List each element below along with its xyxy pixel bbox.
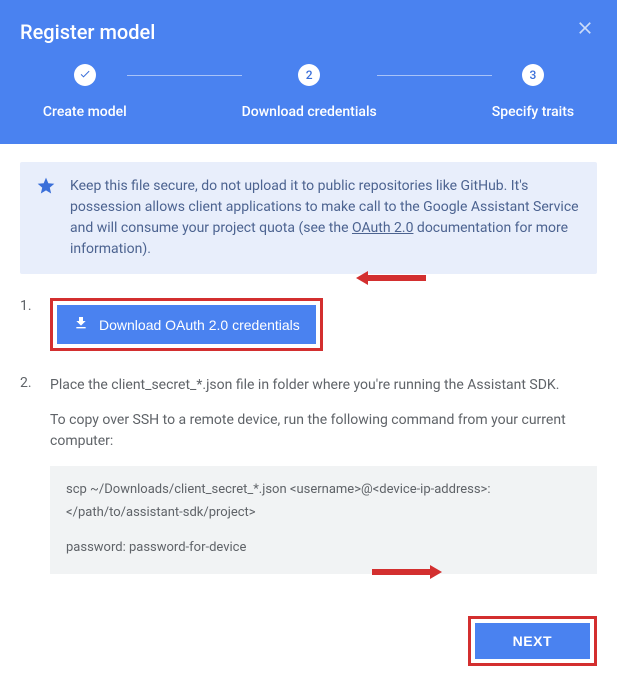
download-icon xyxy=(73,315,89,334)
step-connector xyxy=(377,75,492,76)
oauth-link[interactable]: OAuth 2.0 xyxy=(352,220,413,236)
code-line: </path/to/assistant-sdk/project> xyxy=(66,503,581,524)
next-button-highlight: NEXT xyxy=(468,616,597,666)
step-circle-done xyxy=(74,64,96,86)
close-button[interactable] xyxy=(575,18,595,42)
checkmark-icon xyxy=(79,68,91,83)
instruction-item-2: 2. Place the client_secret_*.json file i… xyxy=(20,375,597,574)
security-info-box: Keep this file secure, do not upload it … xyxy=(20,162,597,274)
instruction-text: To copy over SSH to a remote device, run… xyxy=(50,410,597,452)
step-label: Download credentials xyxy=(242,104,377,120)
annotation-arrow-icon xyxy=(356,268,426,292)
download-credentials-button[interactable]: Download OAuth 2.0 credentials xyxy=(57,305,316,344)
dialog-title: Register model xyxy=(20,20,597,44)
item-number: 2. xyxy=(20,375,38,574)
step-create-model: Create model xyxy=(43,64,127,120)
info-text: Keep this file secure, do not upload it … xyxy=(70,176,581,260)
step-label: Specify traits xyxy=(492,104,574,120)
download-button-label: Download OAuth 2.0 credentials xyxy=(99,317,300,333)
dialog-footer: NEXT xyxy=(0,616,617,680)
close-icon xyxy=(575,23,595,42)
item-number: 1. xyxy=(20,298,38,351)
dialog-header: Register model Create model 2 Download c… xyxy=(0,0,617,144)
step-connector xyxy=(127,75,242,76)
instruction-text: Place the client_secret_*.json file in f… xyxy=(50,375,597,396)
instruction-item-1: 1. Download OAuth 2.0 credentials xyxy=(20,298,597,351)
instruction-list: 1. Download OAuth 2.0 credentials 2. Pla… xyxy=(20,298,597,574)
step-label: Create model xyxy=(43,104,127,120)
annotation-arrow-icon xyxy=(372,562,442,586)
code-snippet: scp ~/Downloads/client_secret_*.json <us… xyxy=(50,466,597,574)
dialog-content: Keep this file secure, do not upload it … xyxy=(0,144,617,616)
code-line: scp ~/Downloads/client_secret_*.json <us… xyxy=(66,480,581,501)
download-button-highlight: Download OAuth 2.0 credentials xyxy=(50,298,323,351)
step-circle-current: 2 xyxy=(298,64,320,86)
code-line: password: password-for-device xyxy=(66,538,581,559)
stepper: Create model 2 Download credentials 3 Sp… xyxy=(20,64,597,120)
step-circle-future: 3 xyxy=(522,64,544,86)
step-specify-traits: 3 Specify traits xyxy=(492,64,574,120)
next-button[interactable]: NEXT xyxy=(475,623,590,659)
step-download-credentials: 2 Download credentials xyxy=(242,64,377,120)
star-icon xyxy=(36,176,56,260)
